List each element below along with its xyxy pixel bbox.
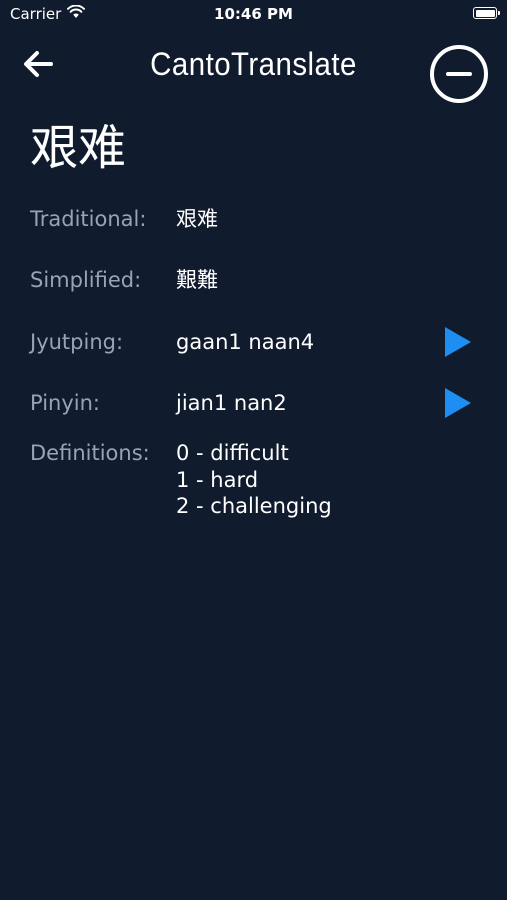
app-title: CantoTranslate xyxy=(150,46,357,82)
navigation-bar: CantoTranslate xyxy=(0,40,507,106)
definition-item: 1 - hard xyxy=(176,467,259,492)
minus-circle-icon xyxy=(446,72,472,76)
pinyin-value: jian1 nan2 xyxy=(176,391,287,415)
battery-icon xyxy=(473,7,500,19)
traditional-label: Traditional: xyxy=(30,207,147,231)
definitions-label: Definitions: xyxy=(30,441,150,465)
headword: 艰难 xyxy=(30,120,127,176)
play-jyutping-button[interactable] xyxy=(443,325,473,359)
remove-button[interactable] xyxy=(430,45,488,103)
definitions-list: 0 - difficult 1 - hard 2 - challenging xyxy=(176,440,332,520)
simplified-label: Simplified: xyxy=(30,268,142,292)
play-pinyin-button[interactable] xyxy=(443,386,473,420)
simplified-value: 艱難 xyxy=(176,268,218,292)
definition-item: 0 - difficult xyxy=(176,441,289,465)
jyutping-label: Jyutping: xyxy=(30,330,124,354)
definition-item: 2 - challenging xyxy=(176,494,332,518)
pinyin-label: Pinyin: xyxy=(30,391,100,415)
status-time: 10:46 PM xyxy=(214,5,293,23)
play-icon xyxy=(445,388,471,418)
play-icon xyxy=(445,327,471,357)
jyutping-value: gaan1 naan4 xyxy=(176,330,315,354)
traditional-value: 艰难 xyxy=(176,207,218,231)
status-bar: Carrier 10:46 PM xyxy=(0,0,507,28)
